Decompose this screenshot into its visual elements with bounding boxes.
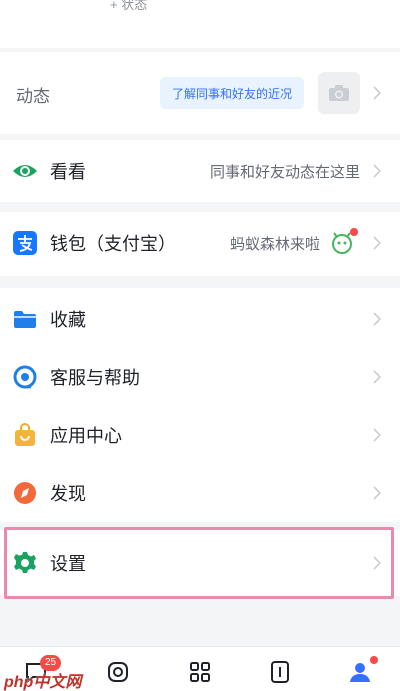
docs-icon[interactable] <box>266 658 294 686</box>
moments-pill-text: 了解同事和好友的近况 <box>171 86 292 101</box>
eye-icon <box>12 158 38 184</box>
workbench-icon[interactable] <box>186 658 214 686</box>
apps-chevron-icon <box>370 425 384 445</box>
status-label[interactable]: + 状态 <box>110 0 147 13</box>
kankan-detail: 同事和好友动态在这里 <box>209 163 360 181</box>
menu-item-apps[interactable]: 应用中心 <box>0 406 400 464</box>
support-label: 客服与帮助 <box>50 368 140 388</box>
wallet-notify-dot <box>350 228 358 236</box>
wallet-detail: 蚂蚁森林来啦 <box>229 235 320 253</box>
favorites-label: 收藏 <box>50 310 86 330</box>
kankan-label: 看看 <box>50 162 86 182</box>
moments-pill[interactable]: 了解同事和好友的近况 <box>160 77 304 109</box>
menu-item-kankan[interactable]: 看看 同事和好友动态在这里 <box>0 142 400 200</box>
apps-label: 应用中心 <box>50 426 122 446</box>
menu-item-support[interactable]: 客服与帮助 <box>0 348 400 406</box>
alipay-icon <box>12 230 38 256</box>
moments-label: 动态 <box>16 87 50 106</box>
favorites-chevron-icon <box>370 309 384 329</box>
moments-tab-icon[interactable] <box>104 658 132 686</box>
discover-label: 发现 <box>50 484 86 504</box>
top-strip: + 状态 <box>0 0 400 48</box>
menu-item-wallet[interactable]: 钱包（支付宝） 蚂蚁森林来啦 <box>0 214 400 272</box>
menu-item-favorites[interactable]: 收藏 <box>0 290 400 348</box>
headset-icon <box>12 364 38 390</box>
discover-chevron-icon <box>370 483 384 503</box>
bag-icon <box>12 422 38 448</box>
menu-item-discover[interactable]: 发现 <box>0 464 400 522</box>
compass-icon <box>12 480 38 506</box>
me-notify-dot <box>370 656 378 664</box>
wallet-chevron-icon <box>370 233 384 253</box>
watermark: php中文网 <box>4 674 82 691</box>
wallet-label: 钱包（支付宝） <box>50 234 176 254</box>
moments-chevron-icon <box>370 83 384 103</box>
camera-icon <box>329 85 349 101</box>
camera-button[interactable] <box>318 72 360 114</box>
support-chevron-icon <box>370 367 384 387</box>
folder-icon <box>12 306 38 332</box>
settings-highlight-frame <box>4 527 394 599</box>
kankan-chevron-icon <box>370 161 384 181</box>
